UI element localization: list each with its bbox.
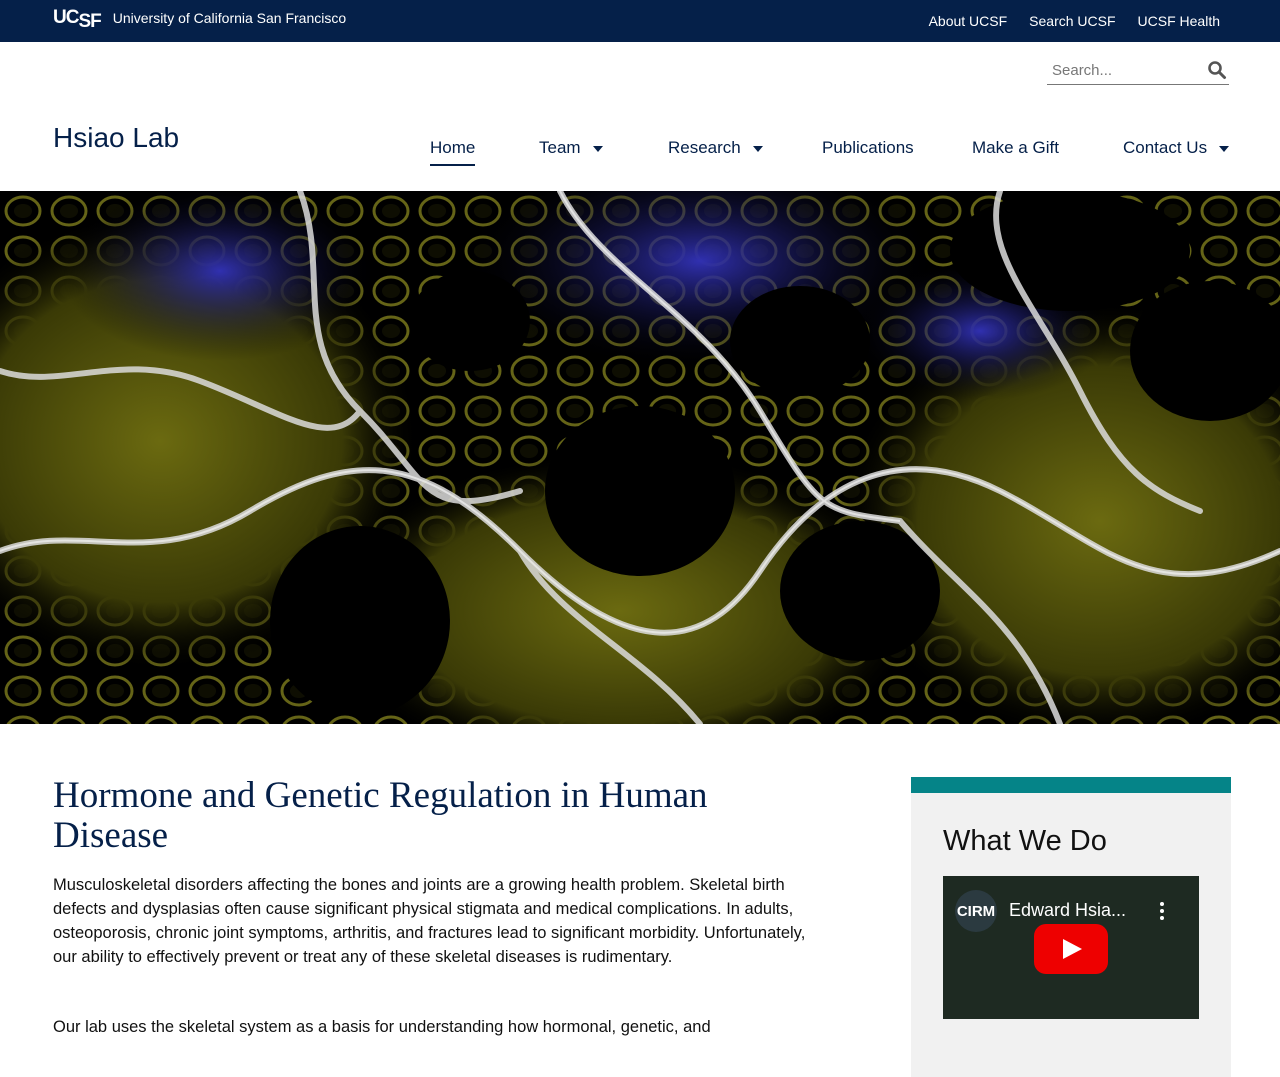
channel-avatar[interactable]: CIRM [955, 890, 997, 932]
nav-team[interactable]: Team [539, 138, 603, 158]
ucsf-brand[interactable]: UCSF University of California San Franci… [53, 8, 346, 31]
nav-contact-us-label: Contact Us [1123, 138, 1208, 157]
main-navigation: Hsiao Lab Home Team Research Publication… [0, 100, 1280, 190]
youtube-video[interactable]: CIRM Edward Hsia... [943, 876, 1199, 1019]
utility-links: About UCSF Search UCSF UCSF Health [929, 13, 1220, 29]
about-ucsf-link[interactable]: About UCSF [929, 13, 1008, 29]
nav-team-label: Team [539, 138, 581, 157]
nav-publications-label: Publications [822, 138, 914, 157]
play-icon[interactable] [1034, 924, 1108, 974]
page-title: Hormone and Genetic Regulation in Human … [53, 775, 708, 856]
nav-make-a-gift[interactable]: Make a Gift [972, 138, 1059, 158]
sidebar-heading: What We Do [943, 825, 1107, 857]
search-icon[interactable] [1207, 60, 1227, 80]
intro-paragraph: Musculoskeletal disorders affecting the … [53, 876, 806, 966]
search-input[interactable] [1047, 58, 1202, 82]
nav-publications[interactable]: Publications [822, 138, 914, 158]
nav-make-a-gift-label: Make a Gift [972, 138, 1059, 157]
hero-image [0, 191, 1280, 724]
search-row [0, 42, 1280, 100]
nav-research-label: Research [668, 138, 741, 157]
sidebar-accent-bar [911, 777, 1231, 793]
microscopy-image [0, 191, 1280, 724]
chevron-down-icon [592, 146, 603, 152]
chevron-down-icon [752, 146, 763, 152]
ucsf-health-link[interactable]: UCSF Health [1138, 13, 1220, 29]
nav-contact-us[interactable]: Contact Us [1123, 138, 1230, 158]
nav-home[interactable]: Home [430, 138, 476, 166]
nav-research[interactable]: Research [668, 138, 763, 158]
video-title[interactable]: Edward Hsia... [1009, 900, 1126, 921]
ucsf-logo[interactable]: UCSF [53, 8, 102, 31]
search-ucsf-link[interactable]: Search UCSF [1029, 13, 1115, 29]
more-options-icon[interactable] [1160, 902, 1164, 923]
site-search [1047, 58, 1229, 85]
lab-paragraph: Our lab uses the skeletal system as a ba… [53, 1018, 711, 1036]
ucsf-top-bar: UCSF University of California San Franci… [0, 0, 1280, 42]
main-content: Hormone and Genetic Regulation in Human … [0, 724, 1280, 1077]
university-name[interactable]: University of California San Francisco [113, 10, 346, 26]
chevron-down-icon [1219, 146, 1230, 152]
what-we-do-sidebar: What We Do CIRM Edward Hsia... [911, 777, 1231, 1077]
nav-home-label: Home [430, 138, 476, 157]
